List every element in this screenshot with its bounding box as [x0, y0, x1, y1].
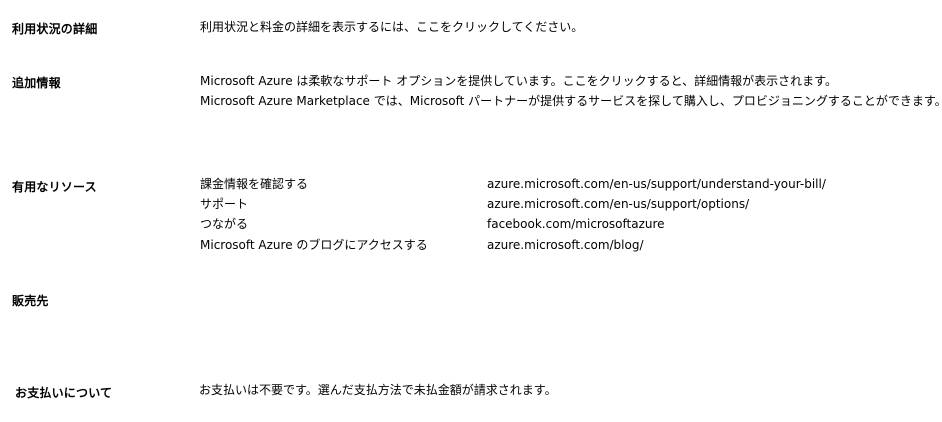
additional-info-heading: 追加情報: [12, 76, 61, 90]
resource-label-blog: Microsoft Azure のブログにアクセスする: [200, 238, 428, 252]
resource-label-connect: つながる: [200, 217, 249, 231]
payment-text: お支払いは不要です。選んだ支払方法で未払金額が請求されます。: [199, 383, 557, 397]
resource-link-connect[interactable]: facebook.com/microsoftazure: [487, 214, 665, 234]
resource-link-blog[interactable]: azure.microsoft.com/blog/: [487, 235, 644, 255]
payment-heading: お支払いについて: [15, 386, 113, 400]
resource-link-billing[interactable]: azure.microsoft.com/en-us/support/unders…: [487, 174, 826, 194]
usage-heading: 利用状況の詳細: [12, 22, 98, 36]
additional-info-line-1[interactable]: Microsoft Azure は柔軟なサポート オプションを提供しています。こ…: [200, 71, 837, 91]
resource-label-support: サポート: [200, 197, 249, 211]
resources-heading: 有用なリソース: [12, 180, 97, 194]
seller-heading: 販売先: [12, 294, 49, 308]
additional-info-line-2: Microsoft Azure Marketplace では、Microsoft…: [200, 94, 942, 108]
usage-link-text[interactable]: 利用状況と料金の詳細を表示するには、ここをクリックしてください。: [200, 17, 583, 37]
resource-label-billing: 課金情報を確認する: [200, 177, 309, 191]
resource-link-support[interactable]: azure.microsoft.com/en-us/support/option…: [487, 194, 749, 214]
